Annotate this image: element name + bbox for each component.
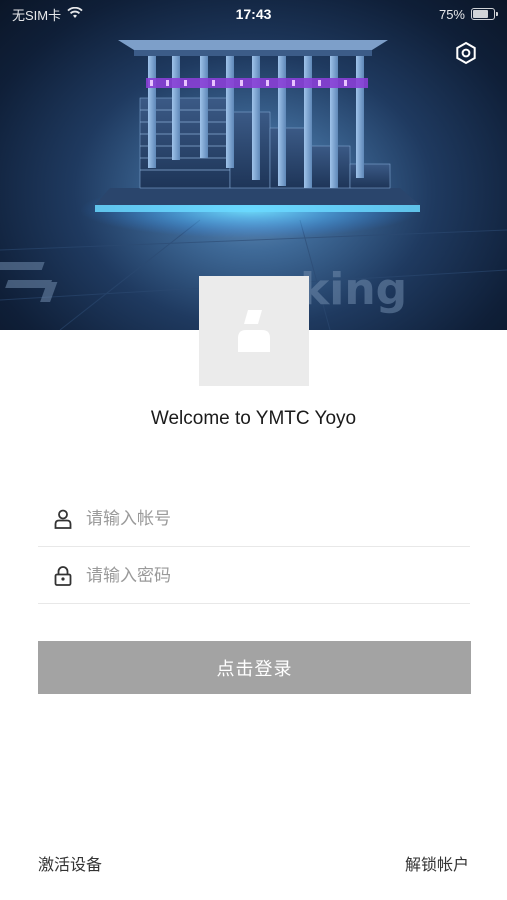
avatar-placeholder-icon (238, 310, 270, 352)
brand-watermark: king (300, 264, 407, 315)
password-field (38, 548, 470, 604)
wifi-icon (67, 6, 83, 22)
battery-percent: 75% (438, 6, 465, 22)
unlock-account-link[interactable]: 解锁帐户 (405, 851, 469, 875)
avatar (199, 276, 309, 386)
status-right: 75% (438, 6, 498, 22)
login-button[interactable]: 点击登录 (38, 641, 471, 694)
account-field (38, 491, 470, 547)
lock-icon (48, 561, 78, 591)
status-left: 无SIM卡 (12, 5, 83, 24)
password-input[interactable] (86, 565, 456, 586)
carrier-label: 无SIM卡 (12, 7, 62, 23)
activate-device-link[interactable]: 激活设备 (38, 851, 102, 875)
settings-icon (456, 41, 476, 65)
welcome-title: Welcome to YMTC Yoyo (150, 408, 357, 429)
user-icon (48, 504, 78, 534)
battery-icon (471, 8, 498, 20)
status-bar: 无SIM卡 17:43 75% (0, 0, 507, 28)
battery-fill (473, 10, 488, 18)
settings-button[interactable] (451, 38, 481, 68)
account-input[interactable] (86, 508, 456, 529)
